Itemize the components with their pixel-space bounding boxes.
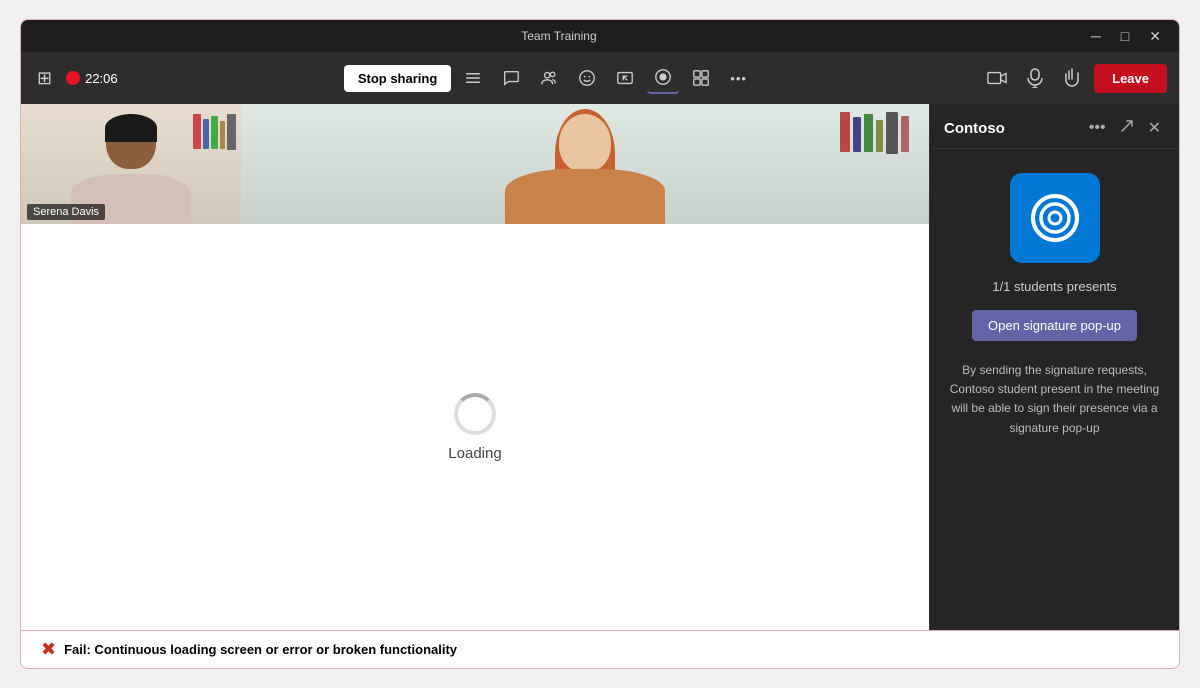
chat-icon-button[interactable] (495, 63, 527, 93)
participant-name-1: Serena Davis (27, 204, 105, 220)
fail-bar: ✖ Fail: Continuous loading screen or err… (21, 630, 1179, 668)
recording-time: 22:06 (85, 71, 118, 86)
panel-title: Contoso (944, 120, 1005, 137)
window-controls: ─ □ ✕ (1085, 27, 1167, 45)
contoso-logo-svg (1025, 188, 1085, 248)
panel-body: 1/1 students presents Open signature pop… (930, 149, 1179, 630)
share-icon-button[interactable] (609, 63, 641, 93)
app-window: Team Training ─ □ ✕ ⊞ 22:06 Stop sharing (20, 19, 1180, 669)
people-icon-button[interactable] (533, 63, 565, 93)
toolbar-right: Leave (980, 62, 1167, 94)
menu-icon (464, 69, 482, 87)
record-icon (654, 68, 672, 86)
fail-text: Fail: Continuous loading screen or error… (64, 642, 457, 657)
thumbnails-row: Serena Davis (21, 104, 929, 224)
share-icon (616, 69, 634, 87)
toolbar: ⊞ 22:06 Stop sharing (21, 52, 1179, 104)
maximize-button[interactable]: □ (1115, 27, 1135, 45)
loading-text: Loading (448, 445, 501, 462)
loading-area: Loading (21, 224, 929, 630)
raise-hand-icon-button[interactable] (1056, 62, 1088, 94)
leave-button[interactable]: Leave (1094, 64, 1167, 93)
recording-dot (66, 71, 80, 85)
panel-header: Contoso ••• ✕ (930, 104, 1179, 149)
menu-icon-button[interactable] (457, 63, 489, 93)
video-area: Serena Davis (21, 104, 929, 630)
students-count: 1/1 students presents (992, 279, 1116, 294)
panel-close-button[interactable]: ✕ (1144, 116, 1165, 140)
participant-thumbnail-1: Serena Davis (21, 104, 241, 224)
grid-icon[interactable]: ⊞ (33, 64, 56, 93)
app-logo (1010, 173, 1100, 263)
right-panel: Contoso ••• ✕ (929, 104, 1179, 630)
apps-icon-button[interactable] (685, 63, 717, 93)
panel-description: By sending the signature requests, Conto… (946, 361, 1163, 438)
main-content: Serena Davis (21, 104, 1179, 630)
fail-icon: ✖ (41, 639, 56, 660)
panel-more-button[interactable]: ••• (1085, 117, 1110, 139)
participant-thumbnail-2 (241, 104, 929, 224)
people-icon (540, 69, 558, 87)
chat-icon (502, 69, 520, 87)
panel-header-icons: ••• ✕ (1085, 116, 1165, 140)
raise-hand-icon (1063, 68, 1081, 88)
minimize-button[interactable]: ─ (1085, 27, 1107, 45)
panel-popout-button[interactable] (1116, 117, 1138, 140)
apps-icon (692, 69, 710, 87)
emoji-icon (578, 69, 596, 87)
more-icon-button[interactable]: ••• (723, 65, 754, 92)
camera-icon (987, 69, 1007, 87)
close-button[interactable]: ✕ (1143, 27, 1167, 45)
popout-icon (1120, 119, 1134, 133)
toolbar-left: ⊞ 22:06 (33, 64, 118, 93)
camera-icon-button[interactable] (980, 63, 1014, 93)
stop-sharing-button[interactable]: Stop sharing (344, 65, 451, 92)
window-title: Team Training (33, 29, 1085, 43)
toolbar-center: Stop sharing (124, 62, 974, 94)
record-icon-button[interactable] (647, 62, 679, 94)
mic-icon-button[interactable] (1020, 62, 1050, 94)
title-bar: Team Training ─ □ ✕ (21, 20, 1179, 52)
emoji-icon-button[interactable] (571, 63, 603, 93)
recording-badge: 22:06 (66, 71, 118, 86)
open-signature-button[interactable]: Open signature pop-up (972, 310, 1137, 341)
mic-icon (1027, 68, 1043, 88)
loading-spinner (454, 393, 496, 435)
